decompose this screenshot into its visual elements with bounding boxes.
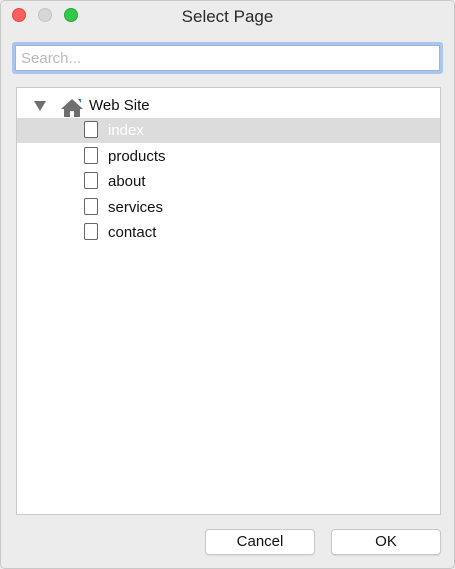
- tree-item-label: services: [108, 199, 164, 216]
- tree-item-label: contact: [108, 224, 157, 241]
- tree-item-contact[interactable]: contact: [17, 220, 440, 245]
- page-icon: [84, 198, 98, 215]
- search-input[interactable]: [15, 45, 440, 71]
- tree-item-about[interactable]: about: [17, 169, 440, 194]
- tree-item-label: products: [108, 148, 166, 165]
- window-title: Select Page: [181, 7, 274, 26]
- tree-item-products[interactable]: products: [17, 144, 440, 169]
- tree-item-label: about: [108, 173, 146, 190]
- ok-button[interactable]: OK: [331, 529, 441, 555]
- disclosure-triangle-icon[interactable]: [34, 101, 46, 111]
- page-icon: [84, 147, 98, 164]
- home-icon: [61, 99, 83, 117]
- tree-item-label: index: [108, 122, 144, 139]
- cancel-button[interactable]: Cancel: [205, 529, 315, 555]
- search-field[interactable]: [12, 42, 443, 74]
- select-page-dialog: Select Page Web Site index products abou…: [0, 0, 455, 569]
- tree-root-label: Web Site: [89, 97, 150, 114]
- page-icon: [84, 223, 98, 240]
- tree-item-services[interactable]: services: [17, 195, 440, 220]
- tree-item-index[interactable]: index: [17, 118, 440, 143]
- page-icon: [84, 121, 98, 138]
- title-bar: Select Page: [1, 1, 454, 31]
- page-icon: [84, 172, 98, 189]
- tree-root-web-site[interactable]: Web Site: [17, 93, 440, 118]
- page-tree[interactable]: Web Site index products about services c…: [16, 87, 441, 515]
